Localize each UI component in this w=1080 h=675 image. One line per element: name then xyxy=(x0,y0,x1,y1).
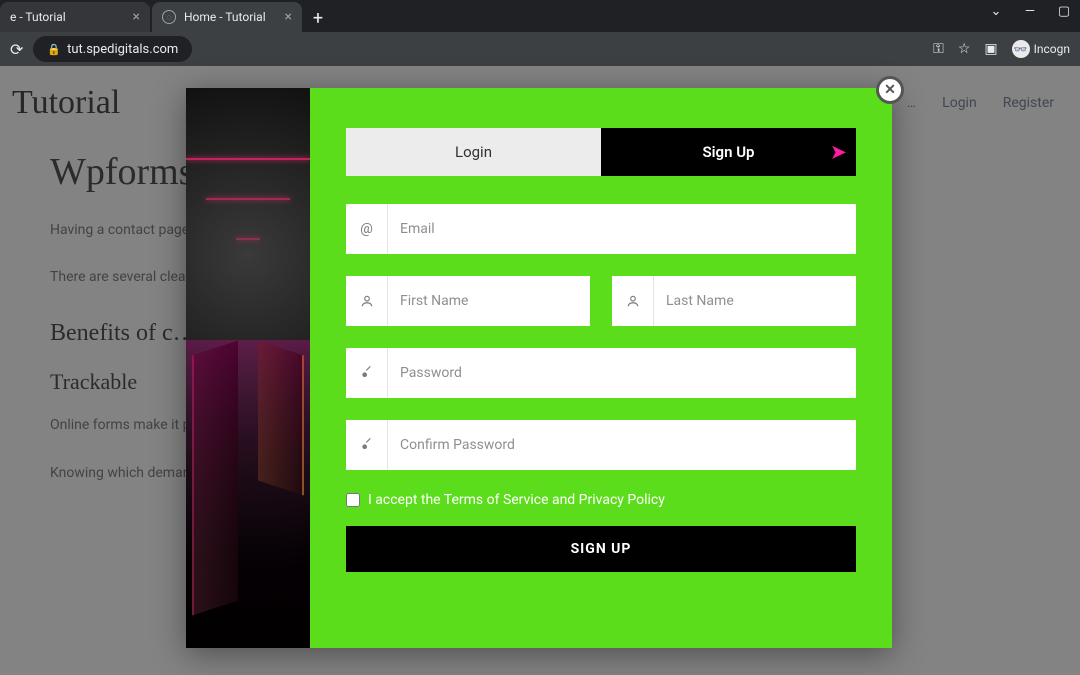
browser-tab-active[interactable]: ◌ Home - Tutorial × xyxy=(152,2,302,32)
modal-form: ✕ Login Sign Up ➤ @ xyxy=(310,88,892,648)
confirm-field[interactable] xyxy=(388,420,856,470)
key-icon xyxy=(346,420,388,470)
star-icon[interactable]: ☆ xyxy=(958,41,971,57)
modal-image xyxy=(186,88,310,648)
url-box[interactable]: 🔒 tut.spedigitals.com xyxy=(33,36,192,62)
close-icon[interactable]: × xyxy=(285,9,292,25)
tab-title: e - Tutorial xyxy=(10,10,125,24)
lastname-field-wrap xyxy=(612,276,856,326)
email-field[interactable] xyxy=(388,204,856,254)
pointer-cursor-icon: ➤ xyxy=(831,142,846,163)
page-viewport: Tutorial … Login Register Wpforms Having… xyxy=(0,66,1080,675)
incognito-label: Incogn xyxy=(1034,42,1070,56)
chevron-down-icon[interactable]: ⌄ xyxy=(986,4,1006,19)
url-text: tut.spedigitals.com xyxy=(67,42,178,57)
at-icon: @ xyxy=(346,204,388,254)
new-tab-button[interactable]: + xyxy=(304,4,332,32)
browser-tab[interactable]: e - Tutorial × xyxy=(0,2,150,32)
consent-label: I accept the Terms of Service and Privac… xyxy=(368,492,665,508)
lastname-field[interactable] xyxy=(654,276,856,326)
tab-login[interactable]: Login xyxy=(346,128,601,176)
email-field-wrap: @ xyxy=(346,204,856,254)
consent-checkbox[interactable] xyxy=(346,493,360,507)
key-icon xyxy=(346,348,388,398)
auth-tabs: Login Sign Up ➤ xyxy=(346,128,856,176)
minimize-icon[interactable]: — xyxy=(1020,4,1040,19)
password-field-wrap xyxy=(346,348,856,398)
lock-icon: 🔒 xyxy=(47,43,61,56)
maximize-icon[interactable]: ▢ xyxy=(1054,4,1074,19)
extension-icon[interactable]: ▣ xyxy=(984,41,997,57)
confirm-field-wrap xyxy=(346,420,856,470)
tab-signup[interactable]: Sign Up ➤ xyxy=(601,128,856,176)
incognito-icon: 👓 xyxy=(1012,40,1030,58)
user-icon xyxy=(612,276,654,326)
auth-modal: ✕ Login Sign Up ➤ @ xyxy=(186,88,892,648)
firstname-field[interactable] xyxy=(388,276,590,326)
tab-signup-label: Sign Up xyxy=(703,143,755,161)
close-modal-button[interactable]: ✕ xyxy=(876,76,904,104)
incognito-badge[interactable]: 👓 Incogn xyxy=(1012,40,1070,58)
globe-icon: ◌ xyxy=(162,10,176,24)
browser-tabbar: e - Tutorial × ◌ Home - Tutorial × + ⌄ —… xyxy=(0,0,1080,32)
key-icon[interactable]: ⚿ xyxy=(933,41,944,57)
tab-title: Home - Tutorial xyxy=(184,10,277,24)
firstname-field-wrap xyxy=(346,276,590,326)
close-icon[interactable]: × xyxy=(133,9,140,25)
user-icon xyxy=(346,276,388,326)
consent-row[interactable]: I accept the Terms of Service and Privac… xyxy=(346,492,856,508)
password-field[interactable] xyxy=(388,348,856,398)
browser-addressbar: ⟳ 🔒 tut.spedigitals.com ⚿ ☆ ▣ 👓 Incogn xyxy=(0,32,1080,66)
signup-button[interactable]: SIGN UP xyxy=(346,526,856,572)
reload-icon[interactable]: ⟳ xyxy=(10,40,23,59)
